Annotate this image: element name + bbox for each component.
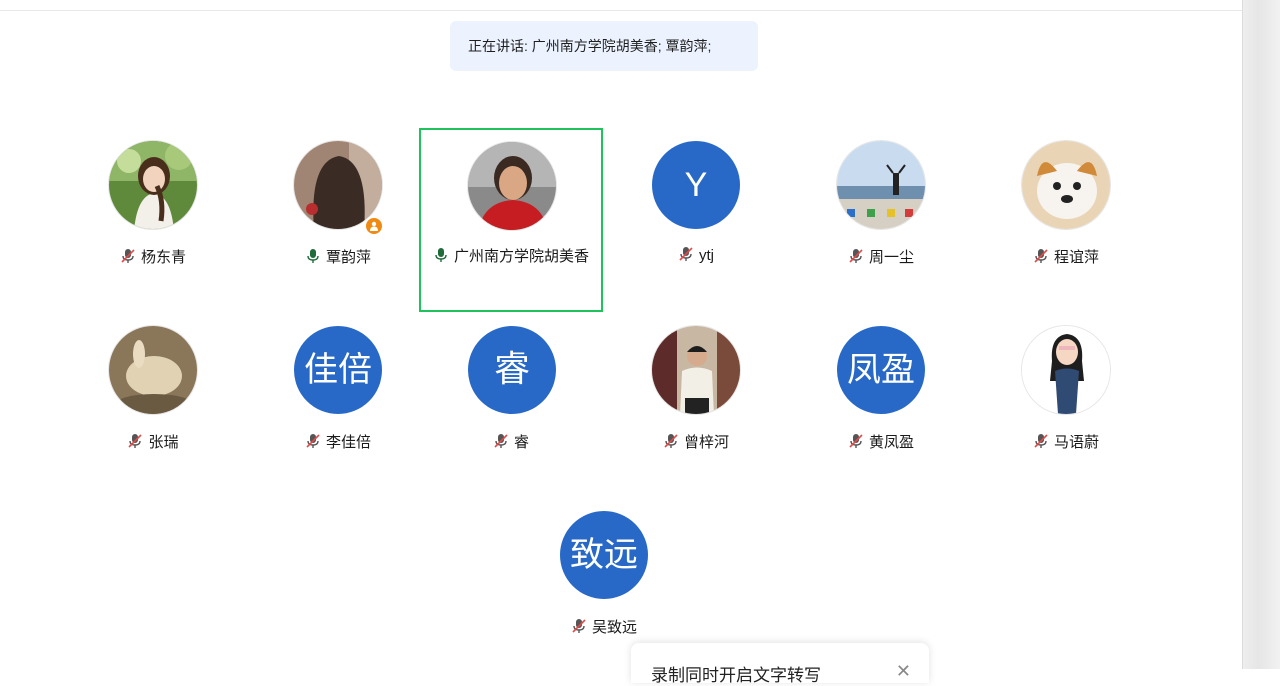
participant-avatar: 佳倍 — [293, 325, 383, 415]
participant-name: 张瑞 — [61, 431, 245, 452]
host-badge-icon — [364, 216, 384, 236]
mic-on-icon — [307, 249, 319, 263]
participant-avatar: 睿 — [467, 325, 557, 415]
mic-on-icon — [435, 248, 447, 262]
participant-avatar — [1021, 325, 1111, 415]
mic-muted-icon — [128, 434, 143, 448]
participant-tile[interactable]: 程谊萍 — [974, 130, 1158, 314]
participant-avatar — [108, 325, 198, 415]
participant-tile[interactable]: 睿 睿 — [419, 315, 603, 499]
participant-name: 曾梓河 — [604, 431, 788, 452]
participant-tile[interactable]: 佳倍 李佳倍 — [246, 315, 430, 499]
participant-name: 覃韵萍 — [246, 246, 430, 267]
mic-muted-icon — [572, 619, 586, 633]
top-divider — [0, 10, 1242, 11]
side-panel-edge — [1242, 0, 1280, 669]
participant-name: 周一尘 — [789, 246, 973, 267]
participant-name: 吴致远 — [512, 616, 696, 637]
participant-avatar: 凤盈 — [836, 325, 926, 415]
participant-avatar — [651, 325, 741, 415]
mic-muted-icon — [1034, 434, 1048, 448]
participant-avatar: 致远 — [559, 510, 649, 600]
transcription-toast: 录制同时开启文字转写 ✕ — [631, 643, 929, 685]
participant-tile[interactable]: 周一尘 — [789, 130, 973, 314]
mic-muted-icon — [679, 247, 693, 261]
speaking-indicator: 正在讲话: 广州南方学院胡美香; 覃韵萍; — [450, 21, 758, 71]
close-icon[interactable]: ✕ — [896, 661, 911, 682]
mic-muted-icon — [494, 434, 508, 448]
mic-muted-icon — [306, 434, 320, 448]
participant-tile-active[interactable]: 广州南方学院胡美香 — [419, 128, 603, 312]
mic-muted-icon — [121, 249, 135, 263]
participant-tile[interactable]: 张瑞 — [61, 315, 245, 499]
participant-name: 马语蔚 — [974, 431, 1158, 452]
participant-name: 杨东青 — [61, 246, 245, 267]
participant-avatar: Y — [651, 140, 741, 230]
participant-avatar — [1021, 140, 1111, 230]
participant-name: 睿 — [419, 431, 603, 452]
participant-name: ytj — [604, 246, 788, 264]
participant-name: 广州南方学院胡美香 — [421, 245, 601, 266]
mic-muted-icon — [1034, 249, 1048, 263]
participant-tile[interactable]: Y ytj — [604, 130, 788, 314]
participant-tile[interactable]: 马语蔚 — [974, 315, 1158, 499]
participant-avatar — [467, 141, 557, 231]
mic-muted-icon — [849, 249, 863, 263]
mic-muted-icon — [849, 434, 863, 448]
participant-avatar — [836, 140, 926, 230]
participant-tile[interactable]: 凤盈 黄凤盈 — [789, 315, 973, 499]
participant-name: 黄凤盈 — [789, 431, 973, 452]
participant-name: 程谊萍 — [974, 246, 1158, 267]
participant-tile[interactable]: 曾梓河 — [604, 315, 788, 499]
mic-muted-icon — [664, 434, 678, 448]
participant-name: 李佳倍 — [246, 431, 430, 452]
participant-tile[interactable]: 杨东青 — [61, 130, 245, 314]
participant-avatar — [108, 140, 198, 230]
participant-tile[interactable]: 覃韵萍 — [246, 130, 430, 314]
